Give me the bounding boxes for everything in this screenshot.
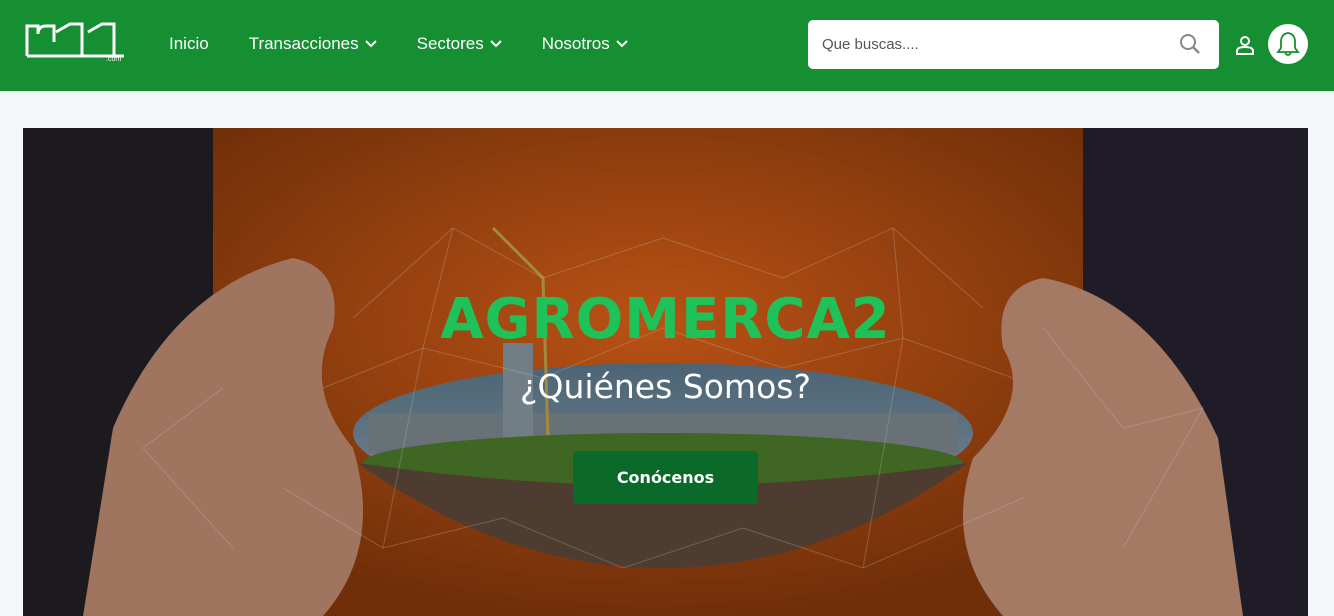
user-icon[interactable] [1233,33,1257,57]
site-logo[interactable]: .com [24,20,132,64]
top-navbar: .com Inicio Transacciones Sectores Nosot… [0,0,1334,91]
logo-suffix: .com [106,56,121,63]
bell-icon [1276,32,1300,56]
nav-sectores[interactable]: Sectores [417,34,502,54]
search-icon[interactable] [1179,33,1201,60]
nav-inicio[interactable]: Inicio [169,34,209,54]
nav-inicio-label: Inicio [169,34,209,53]
hero-subtitle: ¿Quiénes Somos? [520,367,811,406]
chevron-down-icon [489,40,502,48]
search-box [808,20,1219,69]
hero-banner: AGROMERCA2 ¿Quiénes Somos? Conócenos [23,128,1308,616]
nav-transacciones[interactable]: Transacciones [249,34,377,54]
chevron-down-icon [364,40,377,48]
hero-title: AGROMERCA2 [440,287,891,352]
nav-transacciones-label: Transacciones [248,34,359,53]
main-nav: Inicio Transacciones Sectores Nosotros [169,34,668,54]
nav-nosotros[interactable]: Nosotros [542,34,628,54]
search-input[interactable] [808,20,1168,69]
chevron-down-icon [616,40,628,48]
conocenos-button[interactable]: Conócenos [573,451,758,504]
nav-nosotros-label: Nosotros [541,34,610,53]
nav-sectores-label: Sectores [416,34,484,53]
notifications-button[interactable] [1268,24,1308,64]
